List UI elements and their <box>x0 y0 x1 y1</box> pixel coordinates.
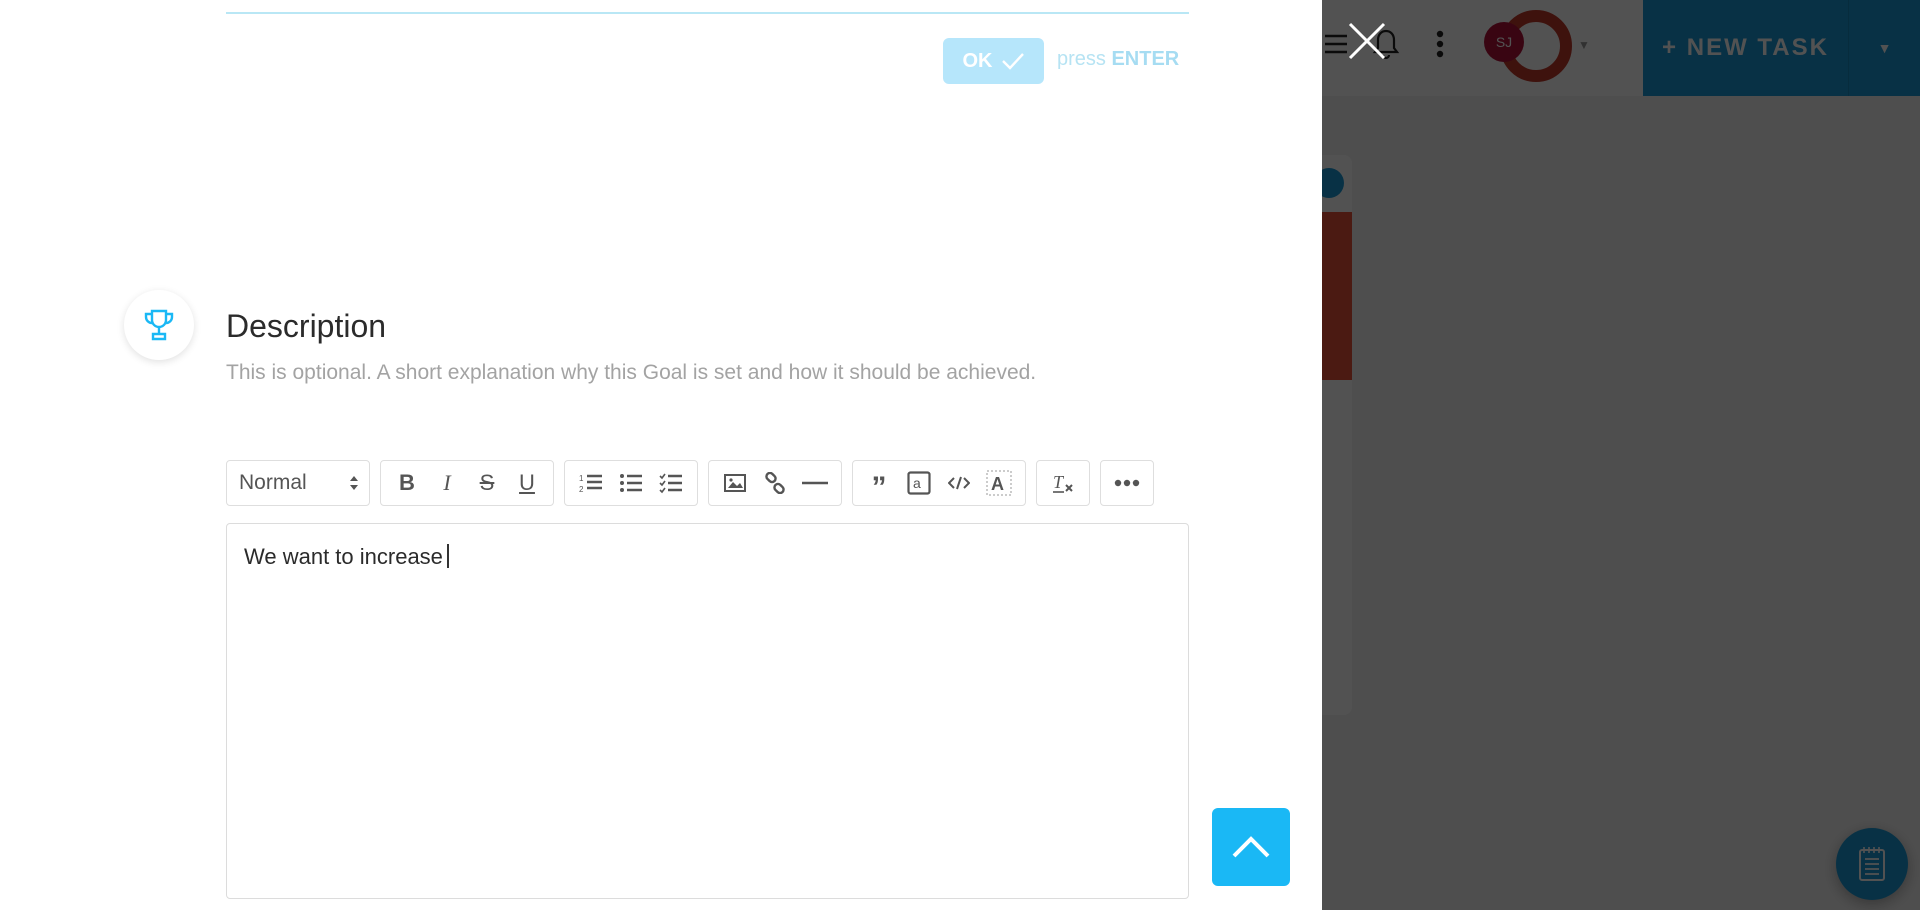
svg-text:a: a <box>913 475 921 491</box>
ok-button[interactable]: OK <box>943 38 1044 84</box>
section-title: Description <box>226 308 387 344</box>
strikethrough-icon: S <box>479 470 495 495</box>
italic-icon: I <box>443 470 451 495</box>
scroll-to-top-button[interactable] <box>1212 808 1290 886</box>
italic-button[interactable]: I <box>427 463 467 503</box>
image-icon <box>724 474 746 492</box>
boxed-a-icon: a <box>907 471 931 495</box>
svg-text:A: A <box>991 474 1004 494</box>
close-icon[interactable] <box>1346 20 1388 62</box>
toolbar-group-blocks: ” a A <box>852 460 1026 506</box>
bullet-list-button[interactable] <box>611 463 651 503</box>
more-button[interactable] <box>1107 463 1147 503</box>
code-icon <box>948 476 970 490</box>
divider-button[interactable] <box>795 463 835 503</box>
bullet-list-icon <box>620 474 642 492</box>
more-icon <box>1114 479 1140 487</box>
blockquote-icon: ” <box>871 471 887 504</box>
highlight-button[interactable]: A <box>979 463 1019 503</box>
horizontal-rule-icon <box>802 481 828 485</box>
trophy-icon <box>144 309 174 341</box>
strikethrough-button[interactable]: S <box>467 463 507 503</box>
description-editor[interactable]: We want to increase <box>226 523 1189 899</box>
rich-text-toolbar: Normal B I S U 12 ” a A T <box>226 460 1154 506</box>
blockquote-button[interactable]: ” <box>859 463 899 503</box>
svg-text:1: 1 <box>579 474 584 483</box>
keyboard-hint: press ENTER <box>1057 48 1179 71</box>
bold-icon: B <box>399 470 415 495</box>
ok-label: OK <box>962 49 993 72</box>
clear-format-icon: T <box>1053 472 1073 493</box>
editor-content: We want to increase <box>244 544 443 569</box>
toolbar-group-insert <box>708 460 842 506</box>
format-select-value: Normal <box>239 471 307 494</box>
highlight-icon: A <box>986 470 1012 496</box>
enter-key-label: ENTER <box>1111 48 1180 70</box>
text-caret <box>446 544 449 568</box>
check-list-button[interactable] <box>651 463 691 503</box>
code-button[interactable] <box>939 463 979 503</box>
inline-code-box-button[interactable]: a <box>899 463 939 503</box>
goal-editor-panel: OK press ENTER Description This is optio… <box>0 0 1322 910</box>
toolbar-group-clear: T <box>1036 460 1090 506</box>
svg-text:T: T <box>1053 472 1065 492</box>
image-button[interactable] <box>715 463 755 503</box>
link-icon <box>765 472 785 494</box>
toolbar-group-inline: B I S U <box>380 460 554 506</box>
underline-button[interactable]: U <box>507 463 547 503</box>
toolbar-group-lists: 12 <box>564 460 698 506</box>
title-input-underline <box>226 12 1189 14</box>
chevron-up-icon <box>1232 836 1270 858</box>
section-help-text: This is optional. A short explanation wh… <box>226 361 1037 384</box>
format-select[interactable]: Normal <box>226 460 370 506</box>
toolbar-group-more <box>1100 460 1154 506</box>
link-button[interactable] <box>755 463 795 503</box>
ordered-list-icon: 12 <box>579 474 602 494</box>
clear-format-button[interactable]: T <box>1043 463 1083 503</box>
checkmark-icon <box>1001 53 1024 70</box>
press-label: press <box>1057 48 1106 70</box>
underline-icon: U <box>519 470 535 495</box>
check-list-icon <box>659 473 682 494</box>
ordered-list-button[interactable]: 12 <box>571 463 611 503</box>
svg-text:2: 2 <box>579 485 584 494</box>
section-icon-badge <box>124 290 194 360</box>
select-arrows-icon <box>350 476 358 490</box>
bold-button[interactable]: B <box>387 463 427 503</box>
